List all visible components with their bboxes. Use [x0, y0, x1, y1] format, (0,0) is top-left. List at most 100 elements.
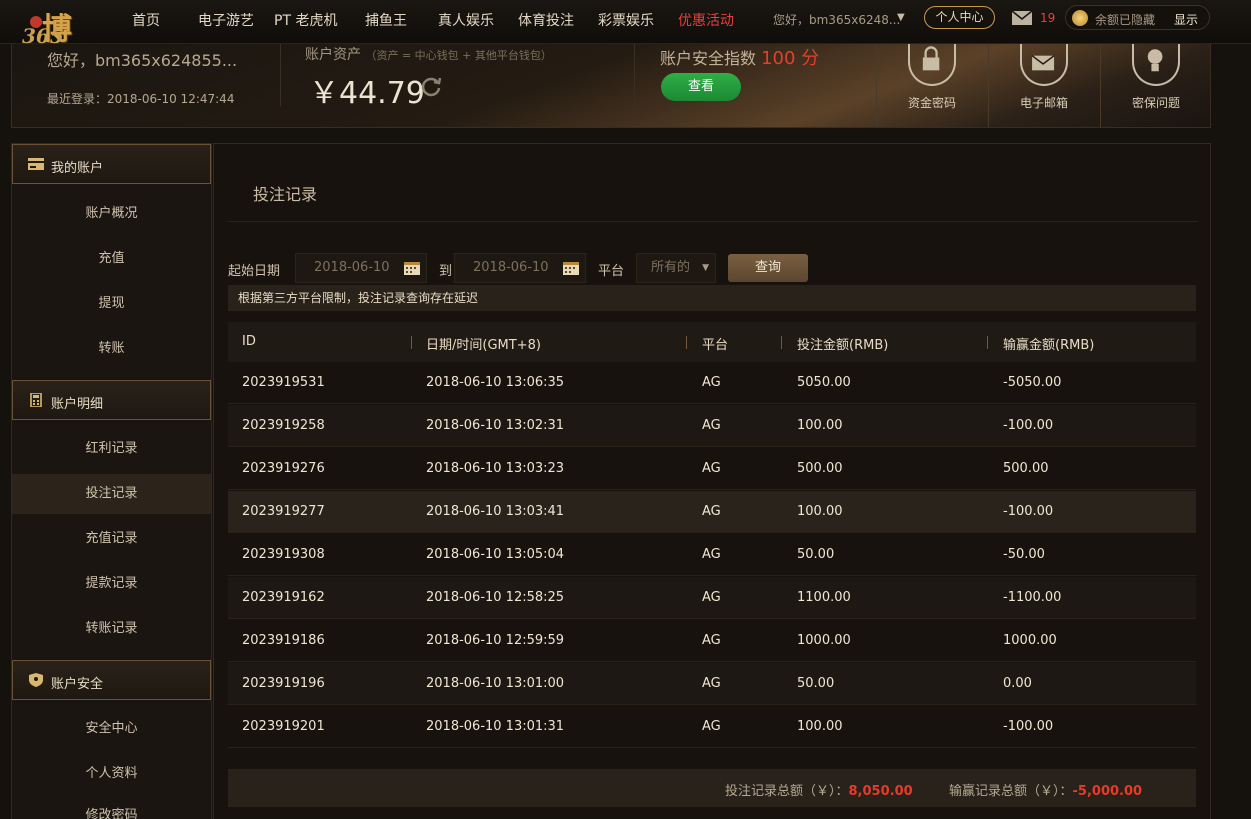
nav-egames[interactable]: 电子游艺 [198, 10, 254, 30]
cell-id: 2023919258 [242, 418, 325, 433]
assets-sub: （资产 = 中心钱包 + 其他平台钱包） [365, 49, 552, 62]
nav-fishing[interactable]: 捕鱼王 [365, 10, 407, 30]
mail-count-badge: 19 [1040, 11, 1056, 25]
coin-icon [1072, 10, 1088, 26]
sidebar-section-account-details[interactable]: 账户明细 [12, 380, 211, 420]
sidebar: 我的账户 账户概况 充值 提现 转账 账户明细 红利记录 投注记录 充值记录 提… [11, 143, 212, 819]
cell-platform: AG [702, 375, 721, 390]
sidebar-item-transfer-records[interactable]: 转账记录 [12, 609, 211, 649]
platform-value: 所有的 [651, 260, 691, 275]
account-summary-band: 您好，bm365x624855... 最近登录：2018-06-10 12:47… [11, 44, 1211, 128]
cell-win-loss: -100.00 [1003, 418, 1054, 433]
sidebar-item-withdraw[interactable]: 提现 [12, 284, 211, 324]
chevron-down-icon[interactable]: ▼ [897, 12, 905, 23]
cell-platform: AG [702, 590, 721, 605]
divider [228, 221, 1198, 222]
nav-sports[interactable]: 体育投注 [518, 10, 574, 30]
column-separator [781, 336, 782, 349]
last-login: 最近登录：2018-06-10 12:47:44 [47, 92, 235, 106]
to-label: 到 [439, 264, 453, 279]
cell-id: 2023919196 [242, 676, 325, 691]
sidebar-item-bonus-records[interactable]: 红利记录 [12, 429, 211, 469]
bet-total-label: 投注记录总额（￥）： [725, 784, 849, 799]
sidebar-item-deposit-records[interactable]: 充值记录 [12, 519, 211, 559]
cell-datetime: 2018-06-10 13:06:35 [426, 375, 565, 390]
calendar-icon[interactable] [404, 261, 420, 275]
cell-bet-amount: 500.00 [797, 461, 843, 476]
cell-datetime: 2018-06-10 13:02:31 [426, 418, 565, 433]
cell-platform: AG [702, 547, 721, 562]
column-header-bet-amount: 投注金额(RMB) [797, 338, 889, 353]
assets-label-text: 账户资产 [305, 47, 361, 63]
refresh-icon[interactable] [420, 75, 442, 97]
personal-center-button[interactable]: 个人中心 [924, 6, 995, 29]
table-row: 2023919186 2018-06-10 12:59:59 AG 1000.00 10… [228, 620, 1196, 662]
column-header-id: ID [242, 334, 256, 349]
cell-bet-amount: 5050.00 [797, 375, 851, 390]
sidebar-item-profile[interactable]: 个人资料 [12, 754, 211, 794]
user-greeting[interactable]: 您好，bm365x6248... [773, 11, 900, 28]
start-date-input[interactable]: 2018-06-10 [295, 253, 427, 283]
envelope-icon [1020, 44, 1068, 86]
end-date-input[interactable]: 2018-06-10 [454, 253, 586, 283]
email-label: 电子邮箱 [1019, 96, 1068, 110]
table-row: 2023919258 2018-06-10 13:02:31 AG 100.00 -10… [228, 405, 1196, 447]
sidebar-item-deposit[interactable]: 充值 [12, 239, 211, 279]
email-panel[interactable]: 电子邮箱 [988, 44, 1100, 127]
show-balance-button[interactable]: 显示 [1174, 11, 1198, 28]
sidebar-item-security-center[interactable]: 安全中心 [12, 709, 211, 749]
balance-toggle: 余额已隐藏 显示 [1065, 5, 1210, 30]
sidebar-item-account-overview[interactable]: 账户概况 [12, 194, 211, 234]
query-button[interactable]: 查询 [728, 254, 808, 282]
page-title: 投注记录 [253, 185, 318, 204]
sidebar-item-bet-records[interactable]: 投注记录 [12, 474, 211, 514]
table-row: 2023919196 2018-06-10 13:01:00 AG 50.00 0.00 [228, 663, 1196, 705]
cell-datetime: 2018-06-10 12:59:59 [426, 633, 565, 648]
top-nav: 博 365 首页 电子游艺 PT 老虎机 捕鱼王 真人娱乐 体育投注 彩票娱乐 … [0, 0, 1251, 48]
nav-pt-slots[interactable]: PT 老虎机 [274, 10, 337, 30]
sidebar-item-change-password[interactable]: 修改密码 [12, 796, 211, 819]
divider [634, 44, 635, 106]
sidebar-item-withdraw-records[interactable]: 提款记录 [12, 564, 211, 604]
cell-platform: AG [702, 719, 721, 734]
cell-win-loss: 0.00 [1003, 676, 1032, 691]
table-row: 2023919162 2018-06-10 12:58:25 AG 1100.00 -1… [228, 577, 1196, 619]
cell-bet-amount: 100.00 [797, 719, 843, 734]
cell-win-loss: 1000.00 [1003, 633, 1057, 648]
site-logo[interactable]: 博 365 [18, 4, 100, 48]
mail-icon[interactable] [1012, 11, 1032, 25]
cell-platform: AG [702, 461, 721, 476]
sidebar-item-transfer[interactable]: 转账 [12, 329, 211, 369]
section-title: 我的账户 [51, 161, 104, 176]
cell-bet-amount: 100.00 [797, 418, 843, 433]
sidebar-section-my-account[interactable]: 我的账户 [12, 144, 211, 184]
bet-total-value: 8,050.00 [848, 784, 913, 799]
check-safety-button[interactable]: 查看 [661, 73, 741, 101]
cell-datetime: 2018-06-10 13:01:00 [426, 676, 565, 691]
nav-home[interactable]: 首页 [132, 10, 160, 30]
dropdown-arrow-icon: ▼ [702, 263, 709, 273]
nav-promotions[interactable]: 优惠活动 [678, 10, 734, 30]
nav-live-casino[interactable]: 真人娱乐 [438, 10, 494, 30]
calculator-icon [30, 393, 42, 407]
cell-datetime: 2018-06-10 13:03:23 [426, 461, 565, 476]
divider [280, 44, 281, 106]
fund-password-panel[interactable]: 资金密码 [876, 44, 988, 127]
table-row: 2023919308 2018-06-10 13:05:04 AG 50.00 -50.… [228, 534, 1196, 576]
section-title: 账户安全 [51, 677, 104, 692]
table-row: 2023919276 2018-06-10 13:03:23 AG 500.00 500… [228, 448, 1196, 490]
security-question-panel[interactable]: 密保问题 [1100, 44, 1210, 127]
calendar-icon[interactable] [563, 261, 579, 275]
table-header: ID 日期/时间(GMT+8) 平台 投注金额(RMB) 输赢金额(RMB) [228, 322, 1196, 362]
column-header-datetime: 日期/时间(GMT+8) [426, 338, 541, 353]
cell-bet-amount: 50.00 [797, 676, 835, 691]
account-hello: 您好，bm365x624855... [47, 51, 238, 70]
sidebar-section-account-security[interactable]: 账户安全 [12, 660, 211, 700]
end-date-value: 2018-06-10 [473, 260, 549, 275]
fund-password-label: 资金密码 [907, 96, 956, 110]
platform-select[interactable]: 所有的 ▼ [636, 253, 716, 283]
cell-platform: AG [702, 504, 721, 519]
safety-label-text: 账户安全指数 [660, 49, 757, 68]
cell-win-loss: -100.00 [1003, 719, 1054, 734]
nav-lottery[interactable]: 彩票娱乐 [598, 10, 654, 30]
